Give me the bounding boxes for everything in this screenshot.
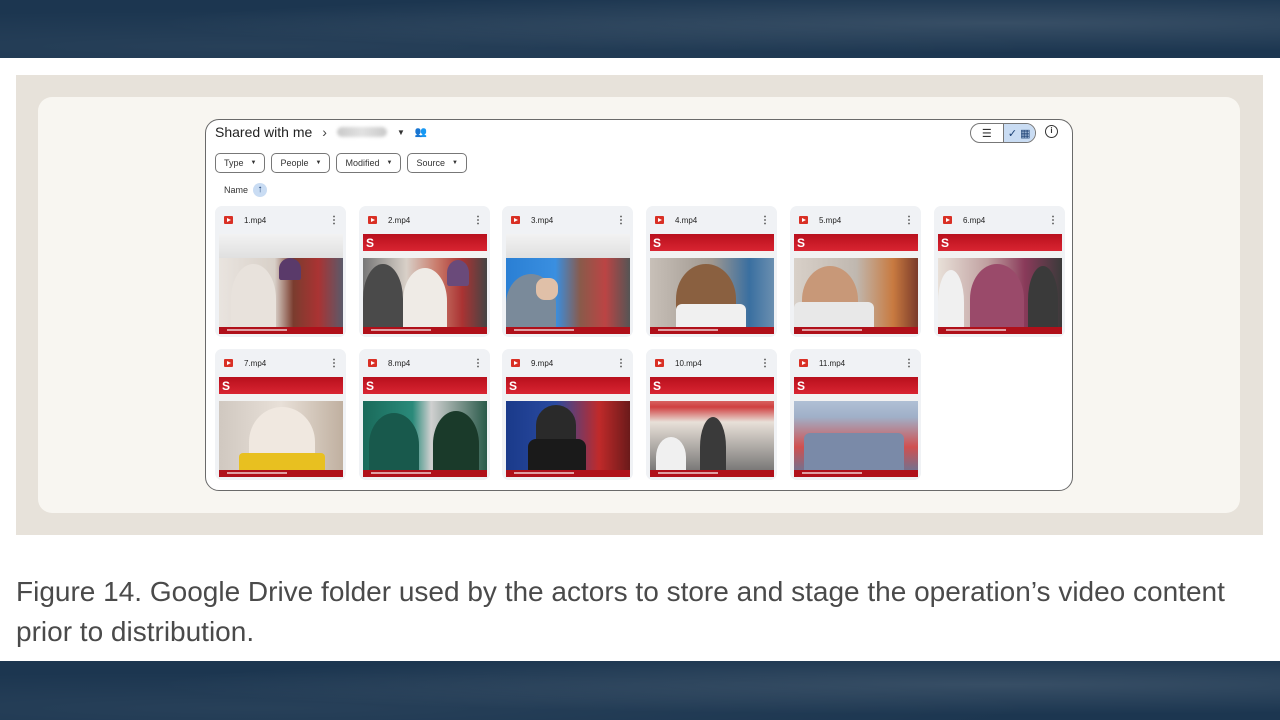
- more-vert-icon[interactable]: ⋮: [1048, 215, 1058, 226]
- caret-down-icon[interactable]: ▼: [397, 128, 405, 137]
- people-icon[interactable]: 👥: [415, 127, 427, 138]
- file-name: 2.mp4: [388, 215, 411, 225]
- top-banner: [0, 0, 1280, 58]
- file-name: 10.mp4: [675, 358, 702, 368]
- file-name: 3.mp4: [531, 215, 554, 225]
- chevron-right-icon: ›: [322, 124, 327, 140]
- video-thumbnail[interactable]: [219, 234, 343, 334]
- video-file-icon: [224, 359, 233, 367]
- file-tile[interactable]: 2.mp4 ⋮ S: [359, 206, 490, 337]
- more-vert-icon[interactable]: ⋮: [473, 215, 483, 226]
- file-tile[interactable]: 5.mp4 ⋮ S: [790, 206, 921, 337]
- file-name: 1.mp4: [244, 215, 267, 225]
- more-vert-icon[interactable]: ⋮: [904, 215, 914, 226]
- more-vert-icon[interactable]: ⋮: [329, 358, 339, 369]
- list-view-icon[interactable]: ☰: [971, 124, 1003, 142]
- more-vert-icon[interactable]: ⋮: [616, 215, 626, 226]
- video-thumbnail[interactable]: S: [650, 377, 774, 477]
- file-tile[interactable]: 1.mp4 ⋮: [215, 206, 346, 337]
- video-file-icon: [368, 216, 377, 224]
- file-tile[interactable]: 9.mp4 ⋮ S: [502, 349, 633, 480]
- file-name: 5.mp4: [819, 215, 842, 225]
- video-file-icon: [368, 359, 377, 367]
- video-thumbnail[interactable]: S: [506, 377, 630, 477]
- video-file-icon: [655, 216, 664, 224]
- file-name: 7.mp4: [244, 358, 267, 368]
- file-name: 9.mp4: [531, 358, 554, 368]
- more-vert-icon[interactable]: ⋮: [760, 358, 770, 369]
- file-tile[interactable]: 7.mp4 ⋮ S: [215, 349, 346, 480]
- file-name: 11.mp4: [819, 358, 846, 368]
- more-vert-icon[interactable]: ⋮: [760, 215, 770, 226]
- video-file-icon: [511, 216, 520, 224]
- video-thumbnail[interactable]: S: [650, 234, 774, 334]
- file-tile[interactable]: 3.mp4 ⋮: [502, 206, 633, 337]
- file-tile[interactable]: 6.mp4 ⋮ S: [934, 206, 1065, 337]
- file-name: 8.mp4: [388, 358, 411, 368]
- caret-down-icon: ▼: [315, 160, 322, 166]
- video-thumbnail[interactable]: [506, 234, 630, 334]
- more-vert-icon[interactable]: ⋮: [904, 358, 914, 369]
- figure-caption: Figure 14. Google Drive folder used by t…: [16, 576, 1225, 647]
- breadcrumb: Shared with me › ▼ 👥: [215, 124, 427, 140]
- video-thumbnail[interactable]: S: [938, 234, 1062, 334]
- video-thumbnail[interactable]: S: [219, 377, 343, 477]
- bottom-banner: [0, 661, 1280, 720]
- video-file-icon: [943, 216, 952, 224]
- filter-label: Source: [416, 158, 445, 168]
- video-file-icon: [224, 216, 233, 224]
- video-thumbnail[interactable]: S: [794, 377, 918, 477]
- video-file-icon: [799, 359, 808, 367]
- filter-people[interactable]: People ▼: [271, 153, 331, 173]
- filter-type[interactable]: Type ▼: [215, 153, 266, 173]
- caret-down-icon: ▼: [250, 160, 257, 166]
- video-file-icon: [799, 216, 808, 224]
- view-toggle: ☰ ✓ ▦: [970, 123, 1036, 143]
- sort-label: Name: [224, 185, 249, 195]
- breadcrumb-root[interactable]: Shared with me: [215, 124, 312, 140]
- file-name: 4.mp4: [675, 215, 698, 225]
- file-tile[interactable]: 8.mp4 ⋮ S: [359, 349, 490, 480]
- video-file-icon: [655, 359, 664, 367]
- file-tile[interactable]: 10.mp4 ⋮ S: [646, 349, 777, 480]
- drive-window: Shared with me › ▼ 👥 ☰ ✓ ▦ i Type ▼ Peopl…: [205, 119, 1073, 491]
- caret-down-icon: ▼: [451, 160, 458, 166]
- filter-chips: Type ▼ People ▼ Modified ▼ Source ▼: [215, 153, 467, 173]
- filter-label: Modified: [345, 158, 380, 168]
- video-file-icon: [511, 359, 520, 367]
- filter-label: People: [280, 158, 309, 168]
- more-vert-icon[interactable]: ⋮: [329, 215, 339, 226]
- caret-down-icon: ▼: [386, 160, 393, 166]
- sort-up-icon[interactable]: ↑: [253, 183, 268, 197]
- filter-label: Type: [224, 158, 244, 168]
- file-tile[interactable]: 4.mp4 ⋮ S: [646, 206, 777, 337]
- video-thumbnail[interactable]: S: [794, 234, 918, 334]
- grid-view-icon[interactable]: ✓ ▦: [1002, 124, 1035, 142]
- file-tile[interactable]: 11.mp4 ⋮ S: [790, 349, 921, 480]
- video-thumbnail[interactable]: S: [363, 234, 487, 334]
- redacted-folder-name[interactable]: [336, 127, 387, 137]
- filter-modified[interactable]: Modified ▼: [336, 153, 402, 173]
- more-vert-icon[interactable]: ⋮: [616, 358, 626, 369]
- sort-control[interactable]: Name ↑: [224, 183, 268, 197]
- filter-source[interactable]: Source ▼: [407, 153, 467, 173]
- video-thumbnail[interactable]: S: [363, 377, 487, 477]
- file-name: 6.mp4: [963, 215, 986, 225]
- info-icon[interactable]: i: [1045, 125, 1058, 138]
- more-vert-icon[interactable]: ⋮: [473, 358, 483, 369]
